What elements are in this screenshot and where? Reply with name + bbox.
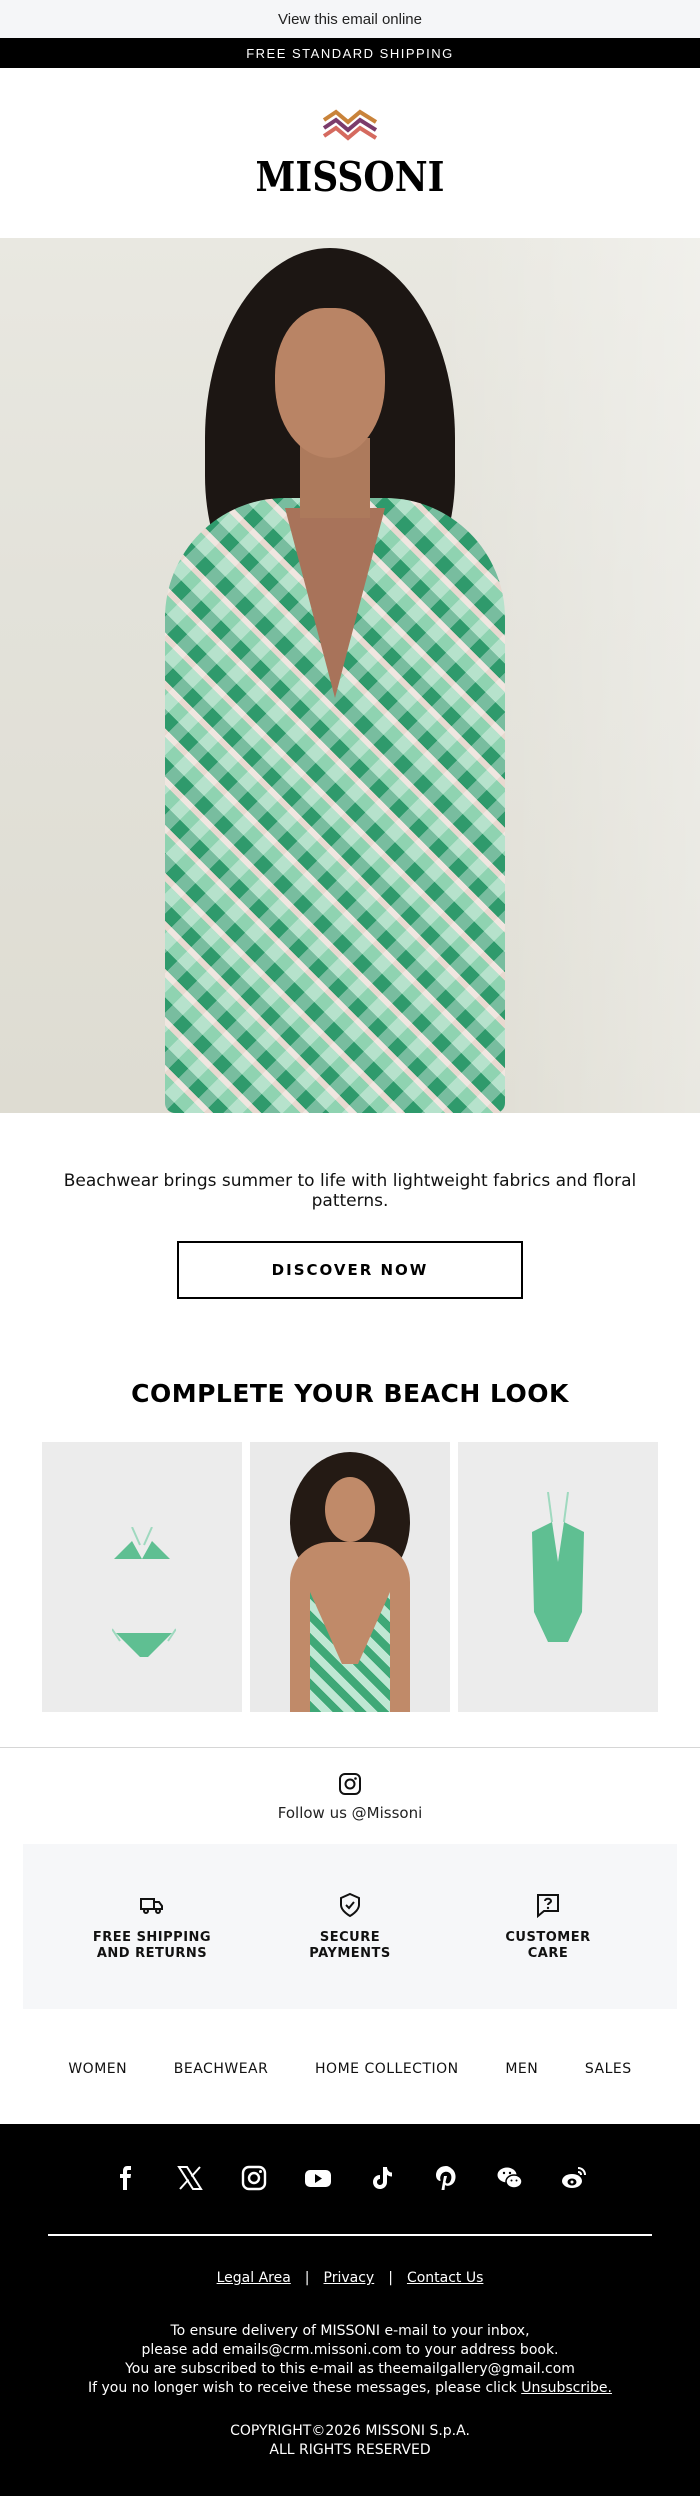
missoni-logo-text: MISSONI	[255, 152, 445, 202]
product-model-swimsuit[interactable]	[250, 1442, 450, 1712]
footer: Legal Area | Privacy | Contact Us To ensure …	[0, 2124, 700, 2496]
rights-line: ALL RIGHTS RESERVED	[269, 2442, 431, 2458]
wechat-icon[interactable]	[494, 2162, 526, 2194]
nav-sales[interactable]: SALES	[585, 2061, 632, 2077]
beach-look-title: COMPLETE YOUR BEACH LOOK	[131, 1379, 569, 1408]
cta-wrapper: DISCOVER NOW	[0, 1241, 700, 1299]
service-label: FREE SHIPPING AND RETURNS	[92, 1929, 212, 1961]
intro-text: Beachwear brings summer to life with lig…	[63, 1171, 637, 1211]
hero-model-face	[275, 308, 385, 458]
nav-home-collection[interactable]: HOME COLLECTION	[315, 2061, 459, 2077]
missoni-zigzag-logo-icon	[322, 109, 378, 141]
logo-header[interactable]: MISSONI	[0, 68, 700, 238]
nav-beachwear[interactable]: BEACHWEAR	[174, 2061, 269, 2077]
weibo-icon[interactable]	[558, 2162, 590, 2194]
service-payments[interactable]: SECURE PAYMENTS	[275, 1892, 425, 1962]
copyright: COPYRIGHT©2026 MISSONI S.p.A. ALL RIGHTS…	[0, 2422, 700, 2460]
pinterest-icon[interactable]	[430, 2162, 462, 2194]
notice-line: please add emails@crm.missoni.com to you…	[141, 2342, 559, 2358]
copyright-line: COPYRIGHT©2026 MISSONI S.p.A.	[230, 2423, 470, 2439]
follow-section[interactable]: Follow us @Missoni	[0, 1772, 700, 1822]
youtube-icon[interactable]	[302, 2162, 334, 2194]
product-grid	[0, 1442, 700, 1712]
bikini-top-image	[114, 1527, 170, 1559]
product-swimsuit[interactable]	[458, 1442, 658, 1712]
help-chat-icon	[537, 1893, 559, 1918]
service-customer-care[interactable]: CUSTOMER CARE	[473, 1892, 623, 1962]
model-face	[325, 1477, 375, 1542]
service-label: CUSTOMER CARE	[505, 1929, 591, 1961]
services-bar: FREE SHIPPING AND RETURNS SECURE PAYMENT…	[23, 1844, 677, 2009]
footer-divider	[48, 2234, 652, 2236]
instagram-icon[interactable]	[238, 2162, 270, 2194]
truck-icon	[140, 1897, 163, 1914]
bikini-bottom-image	[112, 1628, 176, 1657]
contact-us-link[interactable]: Contact Us	[407, 2270, 483, 2286]
nav-women[interactable]: WOMEN	[68, 2061, 127, 2077]
email-page: View this email online FREE STANDARD SHI…	[0, 0, 700, 2496]
instagram-icon	[339, 1773, 361, 1795]
notice-line-unsubscribe: If you no longer wish to receive these m…	[0, 2379, 700, 2398]
service-label: SECURE PAYMENTS	[309, 1929, 391, 1961]
discover-now-button[interactable]: DISCOVER NOW	[177, 1241, 523, 1299]
shield-check-icon	[340, 1892, 360, 1917]
legal-area-link[interactable]: Legal Area	[217, 2270, 291, 2286]
unsubscribe-prefix: If you no longer wish to receive these m…	[88, 2380, 522, 2396]
tiktok-icon[interactable]	[366, 2162, 398, 2194]
notice-line: To ensure delivery of MISSONI e-mail to …	[170, 2323, 530, 2339]
legal-links: Legal Area | Privacy | Contact Us	[0, 2270, 700, 2286]
swimsuit-image	[532, 1492, 584, 1642]
view-online-bar: View this email online	[0, 0, 700, 38]
facebook-icon[interactable]	[110, 2162, 142, 2194]
nav-men[interactable]: MEN	[505, 2061, 538, 2077]
unsubscribe-link[interactable]: Unsubscribe.	[521, 2380, 612, 2396]
legal-separator: |	[388, 2270, 393, 2286]
social-links	[0, 2124, 700, 2194]
privacy-link[interactable]: Privacy	[324, 2270, 375, 2286]
service-shipping[interactable]: FREE SHIPPING AND RETURNS	[77, 1892, 227, 1962]
category-nav: WOMEN BEACHWEAR HOME COLLECTION MEN SALE…	[0, 2061, 700, 2077]
section-divider	[0, 1747, 700, 1748]
notice-line: You are subscribed to this e-mail as the…	[125, 2361, 575, 2377]
product-bikini[interactable]	[42, 1442, 242, 1712]
delivery-notice: To ensure delivery of MISSONI e-mail to …	[0, 2322, 700, 2398]
legal-separator: |	[304, 2270, 310, 2286]
hero-image[interactable]	[0, 238, 700, 1113]
x-icon[interactable]	[174, 2162, 206, 2194]
follow-us-text: Follow us @Missoni	[277, 1804, 423, 1822]
shipping-banner: FREE STANDARD SHIPPING	[0, 38, 700, 68]
view-online-link[interactable]: View this email online	[278, 11, 422, 28]
